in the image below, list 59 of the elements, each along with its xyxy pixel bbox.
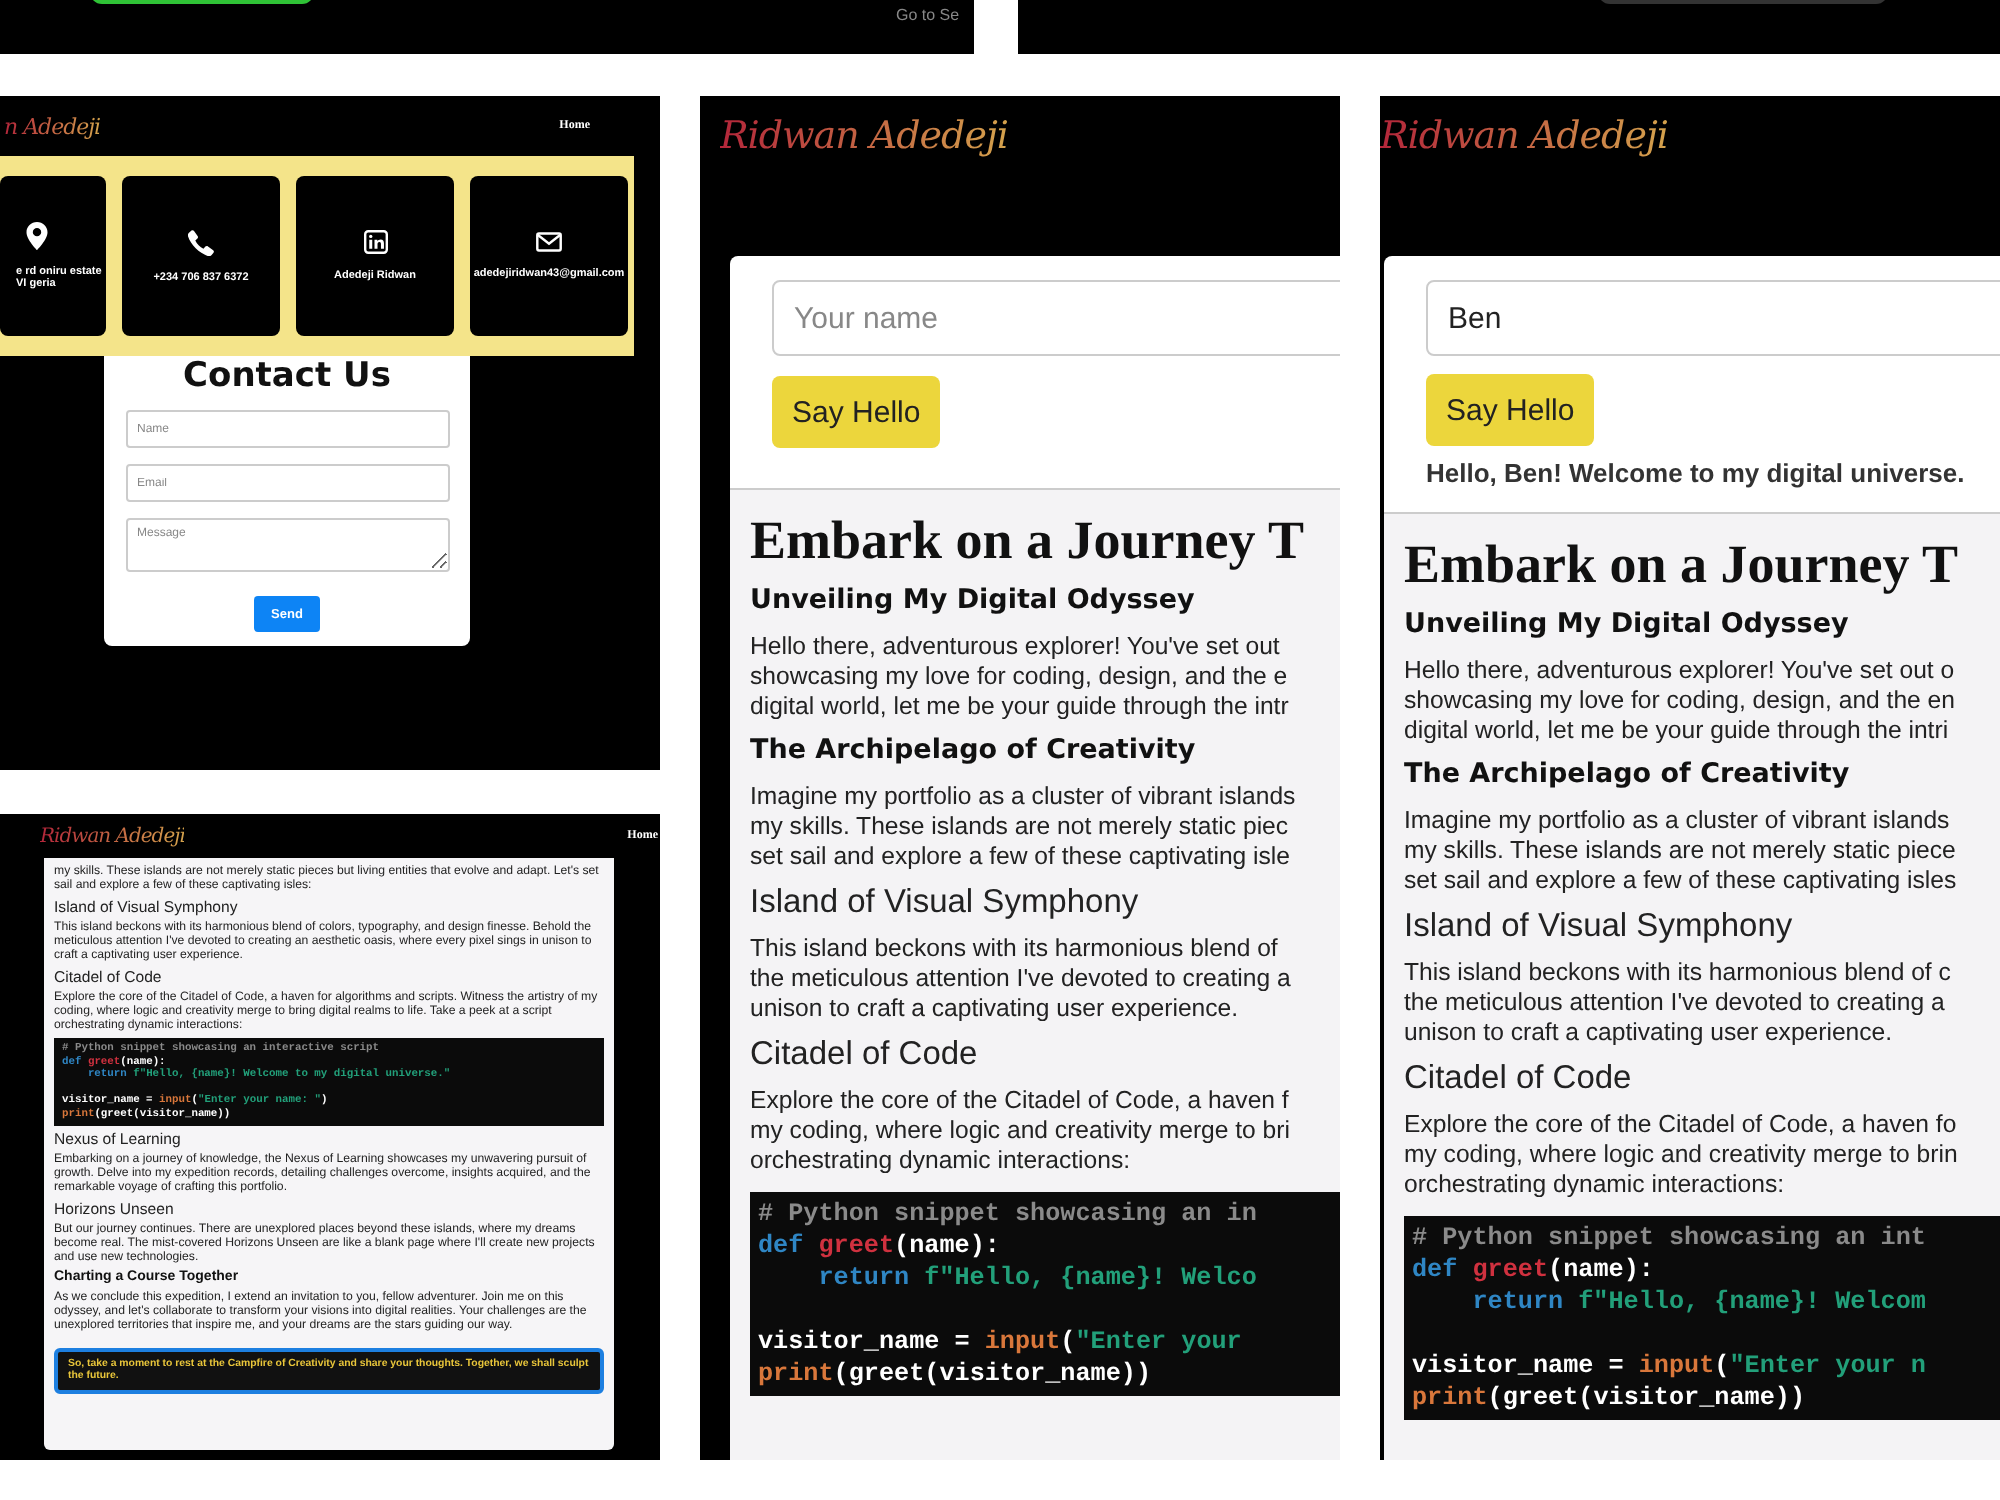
text-line: my skills. These islands are not merely static piec xyxy=(750,812,1291,842)
text-line: set sail and explore a few of these captivating isles xyxy=(1404,866,1959,896)
text-line: the meticulous attention I've devoted to creating a xyxy=(1404,988,1947,1018)
text-line: orchestrating dynamic interactions: xyxy=(1404,1170,1787,1200)
text-line: my coding, where logic and creativity merge to bri xyxy=(750,1116,1292,1146)
phone-icon xyxy=(188,229,214,255)
text-line: Imagine my portfolio as a cluster of vibrant islands xyxy=(750,782,1298,812)
text-line: digital world, let me be your guide through the intri xyxy=(1404,716,1951,746)
greeting-message: Hello, Ben! Welcome to my digital universe. xyxy=(1426,458,1965,488)
text-line: unison to craft a captivating user experience. xyxy=(750,994,1241,1024)
code-line: # Python snippet showcasing an in xyxy=(758,1198,1257,1230)
form-title: Contact Us xyxy=(183,356,391,396)
text-line: my coding, where logic and creativity merge to brin xyxy=(1404,1140,1960,1170)
section-heading: Citadel of Code xyxy=(750,1036,980,1074)
text-line: my skills. These islands are not merely static piece xyxy=(1404,836,1958,866)
text-line: orchestrating dynamic interactions: xyxy=(750,1146,1133,1176)
say-hello-button[interactable]: Say Hello xyxy=(772,376,941,448)
section-heading: Island of Visual Symphony xyxy=(1404,908,1795,946)
text-line: Explore the core of the Citadel of Code, a haven f xyxy=(750,1086,1291,1116)
text-line: This island beckons with its harmonious blend of xyxy=(750,934,1280,964)
section-heading: The Archipelago of Creativity xyxy=(1404,758,1852,790)
text-line: showcasing my love for coding, design, and the e xyxy=(750,662,1290,692)
logo[interactable]: Ridwan Adedeji xyxy=(720,114,1008,158)
text-line: Hello there, adventurous explorer! You've set out xyxy=(750,632,1282,662)
code-line: def greet(name): xyxy=(758,1230,1000,1262)
text-line: Hello there, adventurous explorer! You've set out o xyxy=(1404,656,1957,686)
text-line: This island beckons with its harmonious blend of c xyxy=(1404,958,1953,988)
logo[interactable]: Ridwan Adedeji xyxy=(40,825,185,847)
section-heading: The Archipelago of Creativity xyxy=(750,734,1198,766)
code-line: return f"Hello, {name}! Welcom xyxy=(1472,1286,1926,1318)
text-line: Explore the core of the Citadel of Code, a haven fo xyxy=(1404,1110,1959,1140)
text-line: set sail and explore a few of these captivating isle xyxy=(750,842,1293,872)
section-heading: Unveiling My Digital Odyssey xyxy=(750,584,1197,616)
code-line: visitor_name = input("Enter your xyxy=(758,1326,1242,1358)
section-heading: Island of Visual Symphony xyxy=(750,884,1141,922)
code-line: print(greet(visitor_name)) xyxy=(758,1358,1152,1390)
logo[interactable]: n Adedeji xyxy=(4,113,101,139)
page-heading: Embark on a Journey T xyxy=(1404,534,1961,596)
code-line: # Python snippet showcasing an int xyxy=(1412,1222,1926,1254)
code-line: print(greet(visitor_name)) xyxy=(1412,1382,1806,1414)
text-field[interactable]: Your name xyxy=(772,280,1340,356)
text-line: digital world, let me be your guide through the intr xyxy=(750,692,1291,722)
text-line: showcasing my love for coding, design, and the en xyxy=(1404,686,1957,716)
page-heading: Embark on a Journey T xyxy=(750,510,1307,572)
map-pin-icon xyxy=(26,222,48,250)
code-line: return f"Hello, {name}! Welco xyxy=(818,1262,1257,1294)
section-heading: Unveiling My Digital Odyssey xyxy=(1404,608,1851,640)
text-line: the meticulous attention I've devoted to creating a xyxy=(750,964,1293,994)
section-heading: Citadel of Code xyxy=(1404,1060,1634,1098)
logo[interactable]: Ridwan Adedeji xyxy=(1380,114,1668,158)
text-field[interactable]: Ben xyxy=(1426,280,2000,356)
code-line: def greet(name): xyxy=(1412,1254,1654,1286)
say-hello-button[interactable]: Say Hello xyxy=(1426,374,1595,446)
envelope-icon xyxy=(536,232,562,252)
link[interactable]: Go to Se xyxy=(896,6,960,24)
text-line: Imagine my portfolio as a cluster of vibrant islands xyxy=(1404,806,1952,836)
text-line: unison to craft a captivating user experience. xyxy=(1404,1018,1895,1048)
code-line: visitor_name = input("Enter your n xyxy=(1412,1350,1926,1382)
linkedin-icon xyxy=(363,230,387,254)
